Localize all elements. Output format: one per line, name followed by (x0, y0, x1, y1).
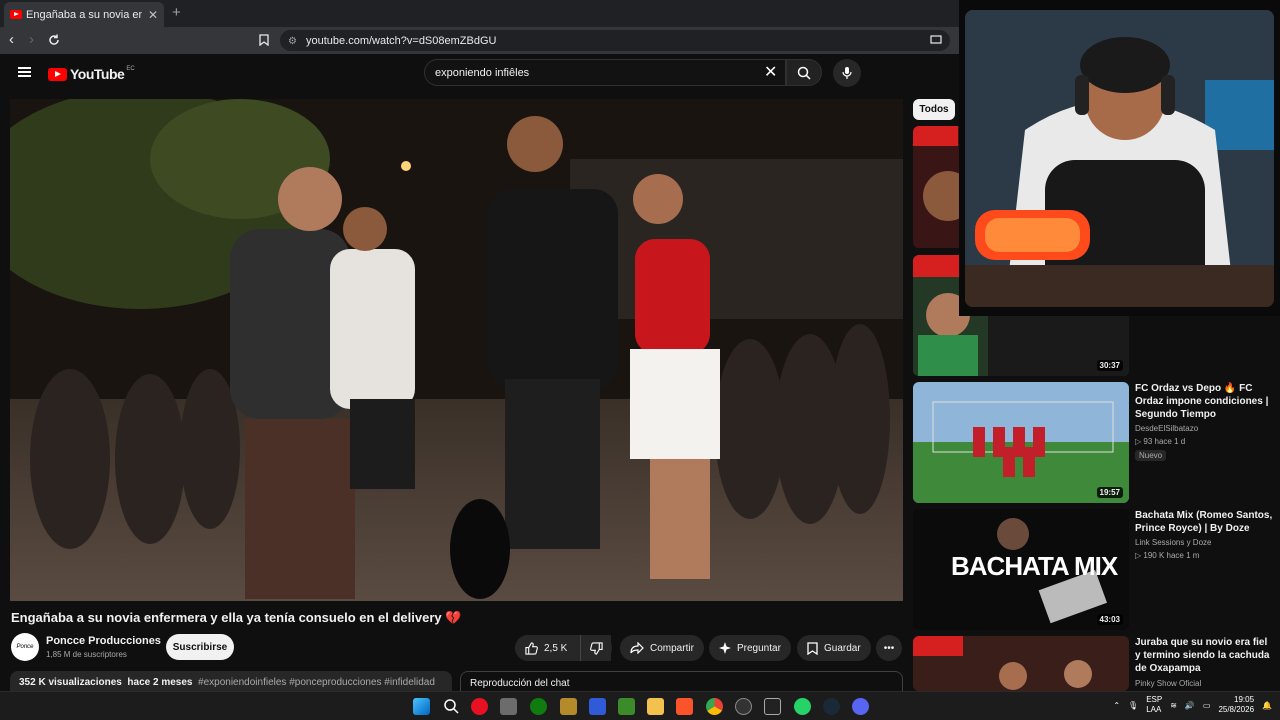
new-badge: Nuevo (1135, 450, 1167, 461)
hashtags[interactable]: #exponiendoinfieles #ponceproducciones #… (198, 677, 435, 688)
webcam-feed (965, 10, 1274, 307)
steam-icon[interactable] (823, 698, 840, 715)
search-icon (797, 66, 811, 80)
save-button[interactable]: Guardar (797, 635, 871, 661)
video-meta: ▷ 93 hace 1 d (1135, 437, 1186, 446)
more-icon: ••• (883, 642, 895, 654)
microphone-icon[interactable]: 🎙 (1128, 701, 1138, 710)
thumbnail[interactable]: 19:57 (913, 382, 1129, 503)
youtube-header: YouTube EC exponiendo infiêles ✕ (0, 54, 960, 94)
subscribe-button[interactable]: Suscribirse (166, 634, 234, 660)
thumbs-up-icon (525, 641, 538, 655)
filter-chip-all[interactable]: Todos (913, 99, 955, 120)
webcam-overlay (959, 0, 1280, 316)
app-icon-red[interactable] (471, 698, 488, 715)
forward-icon[interactable]: › (29, 31, 34, 48)
youtube-logo[interactable]: YouTube EC (48, 66, 135, 82)
sparkle-icon (719, 642, 731, 654)
discord-icon[interactable] (852, 698, 869, 715)
reload-icon[interactable] (47, 33, 61, 47)
video-title: Engañaba a su novia enfermera y ella ya … (11, 610, 462, 625)
chrome-icon[interactable] (706, 698, 723, 715)
chat-replay[interactable]: Reproducción del chat (460, 671, 903, 691)
duration-badge: 30:37 (1096, 360, 1123, 371)
share-icon (630, 642, 644, 654)
upload-age: hace 2 meses (127, 677, 193, 688)
channel-name[interactable]: DesdeElSilbatazo (1135, 424, 1198, 433)
url-text: youtube.com/watch?v=dS08emZBdGU (306, 34, 497, 47)
video-title[interactable]: Bachata Mix (Romeo Santos, Prince Royce)… (1135, 509, 1275, 535)
thumbnail-image (913, 636, 1129, 691)
store-icon[interactable] (500, 698, 517, 715)
battery-icon[interactable]: ▭ (1203, 701, 1211, 710)
thumbnail[interactable]: BACHATA MIX 43:03 (913, 509, 1129, 630)
wifi-icon[interactable]: ≋ (1170, 701, 1177, 710)
view-count: 352 K visualizaciones (19, 677, 122, 688)
whatsapp-icon[interactable] (794, 698, 811, 715)
system-tray: ⌃ 🎙 ESP LAA ≋ 🔊 ▭ 19:05 25/8/2026 🔔 (1113, 695, 1272, 715)
thumbnail[interactable] (913, 636, 1129, 691)
channel-name[interactable]: Poncce Producciones (46, 635, 161, 647)
microphone-icon (842, 67, 852, 79)
webcam-image (965, 10, 1274, 307)
taskbar: ⌃ 🎙 ESP LAA ≋ 🔊 ▭ 19:05 25/8/2026 🔔 (0, 691, 1280, 720)
youtube-play-icon (48, 67, 67, 81)
thumbs-down-icon (590, 641, 603, 655)
search-input[interactable]: exponiendo infiêles (424, 59, 786, 86)
chat-replay-label: Reproducción del chat (470, 678, 570, 689)
start-icon[interactable] (413, 698, 430, 715)
description-box[interactable]: 352 K visualizaciones hace 2 meses #expo… (10, 671, 452, 691)
dislike-button[interactable] (580, 635, 612, 661)
video-player[interactable] (10, 99, 903, 601)
language-indicator[interactable]: ESP LAA (1146, 695, 1162, 715)
video-frame (10, 99, 903, 601)
voice-search-button[interactable] (833, 59, 861, 87)
cast-icon[interactable] (930, 35, 942, 45)
bookmark-icon[interactable] (259, 34, 269, 46)
address-bar[interactable]: ⚙ youtube.com/watch?v=dS08emZBdGU (280, 30, 950, 51)
search-icon[interactable] (443, 698, 459, 714)
duration-badge: 43:03 (1096, 614, 1123, 625)
browser-tab[interactable]: Engañaba a su novia enfermera ✕ (4, 2, 164, 27)
thumbnail-text: BACHATA MIX (951, 551, 1118, 581)
capcut-icon[interactable] (764, 698, 781, 715)
like-count: 2,5 K (544, 642, 568, 654)
back-icon[interactable]: ‹ (9, 31, 14, 48)
save-icon (807, 641, 818, 655)
game-icon[interactable] (560, 698, 577, 715)
close-tab-icon[interactable]: ✕ (148, 8, 158, 22)
app-icon-blue[interactable] (589, 698, 606, 715)
duration-badge: 19:57 (1096, 487, 1123, 498)
notification-bell-icon[interactable]: 🔔 (1262, 701, 1272, 710)
channel-name[interactable]: Link Sessions y Doze (1135, 538, 1211, 547)
new-tab-button[interactable]: + (172, 4, 181, 21)
minecraft-icon[interactable] (618, 698, 635, 715)
search-query: exponiendo infiêles (435, 66, 530, 79)
folder-icon[interactable] (647, 698, 664, 715)
video-title[interactable]: FC Ordaz vs Depo 🔥 FC Ordaz impone condi… (1135, 382, 1275, 421)
thumbnail-image (913, 382, 1129, 503)
channel-avatar[interactable]: Ponce (11, 633, 39, 661)
volume-icon[interactable]: 🔊 (1185, 701, 1195, 710)
menu-icon[interactable] (18, 67, 31, 77)
tab-title: Engañaba a su novia enfermera (26, 8, 142, 21)
chevron-up-icon[interactable]: ⌃ (1113, 701, 1120, 710)
video-meta: ▷ 190 K hace 1 m (1135, 551, 1200, 560)
subscriber-count: 1,85 M de suscriptores (46, 650, 127, 659)
site-info-icon[interactable]: ⚙ (288, 36, 298, 47)
youtube-favicon-icon (10, 10, 22, 19)
channel-name[interactable]: Pinky Show Oficial (1135, 679, 1201, 688)
share-button[interactable]: Compartir (620, 635, 704, 661)
xbox-icon[interactable] (530, 698, 547, 715)
video-title[interactable]: Juraba que su novio era fiel y termino s… (1135, 636, 1275, 675)
clear-search-icon[interactable]: ✕ (764, 62, 777, 82)
search-button[interactable] (786, 59, 822, 86)
obs-icon[interactable] (735, 698, 752, 715)
more-actions-button[interactable]: ••• (876, 635, 902, 661)
brave-icon[interactable] (676, 698, 693, 715)
ask-button[interactable]: Preguntar (709, 635, 791, 661)
clock[interactable]: 19:05 25/8/2026 (1218, 695, 1254, 715)
